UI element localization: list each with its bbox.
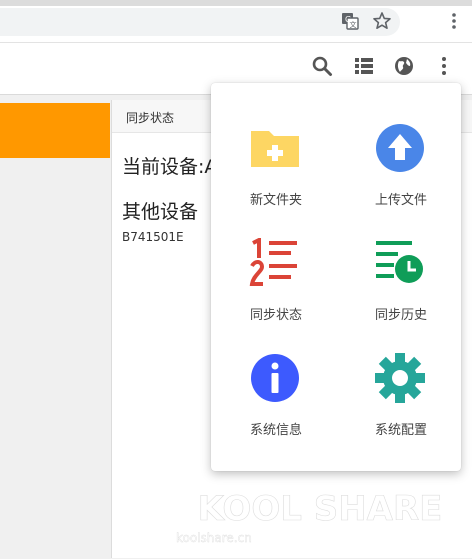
menu-item-sync-history[interactable]: 同步历史 xyxy=(339,238,459,348)
current-device-label: 当前设备:A xyxy=(122,156,218,178)
upload-icon xyxy=(376,124,424,172)
menu-item-upload-file[interactable]: 上传文件 xyxy=(339,123,459,233)
more-vert-icon[interactable] xyxy=(432,54,456,78)
app-dropdown-menu: 新文件夹 上传文件 同步状态 同步历史 系统信息 系统配置 xyxy=(211,83,461,471)
numbered-list-icon xyxy=(249,238,297,286)
menu-item-new-folder[interactable]: 新文件夹 xyxy=(214,123,334,233)
list-view-icon[interactable] xyxy=(352,54,376,78)
menu-item-label: 系统信息 xyxy=(249,423,302,438)
svg-text:文: 文 xyxy=(350,20,357,29)
watermark-brand: KOOL SHARE xyxy=(198,489,443,529)
card-title: 同步状态 xyxy=(126,111,175,125)
menu-item-label: 系统配置 xyxy=(374,423,427,438)
accent-banner xyxy=(0,103,110,158)
menu-item-label: 同步状态 xyxy=(249,308,302,323)
browser-menu-icon[interactable] xyxy=(443,10,465,32)
folder-plus-icon xyxy=(251,131,299,167)
tab-strip xyxy=(0,0,472,6)
menu-item-system-config[interactable]: 系统配置 xyxy=(339,353,459,463)
gear-icon xyxy=(375,353,425,403)
browser-chrome xyxy=(0,0,472,43)
menu-item-label: 上传文件 xyxy=(374,193,427,208)
menu-item-system-info[interactable]: 系统信息 xyxy=(214,353,334,463)
koolshare-watermark: KOOL SHARE koolshare.cn xyxy=(176,489,443,546)
globe-icon[interactable] xyxy=(392,54,416,78)
menu-item-sync-status[interactable]: 同步状态 xyxy=(214,238,334,348)
menu-item-label: 新文件夹 xyxy=(249,193,302,208)
menu-item-label: 同步历史 xyxy=(374,308,427,323)
info-icon xyxy=(251,354,299,402)
history-icon xyxy=(376,241,423,283)
watermark-site: koolshare.cn xyxy=(176,531,252,545)
translate-icon[interactable]: G 文 xyxy=(339,10,361,32)
device-id: B741501E xyxy=(122,230,184,244)
search-icon[interactable] xyxy=(310,54,334,78)
other-devices-label: 其他设备 xyxy=(122,201,199,223)
star-icon[interactable] xyxy=(371,10,393,32)
